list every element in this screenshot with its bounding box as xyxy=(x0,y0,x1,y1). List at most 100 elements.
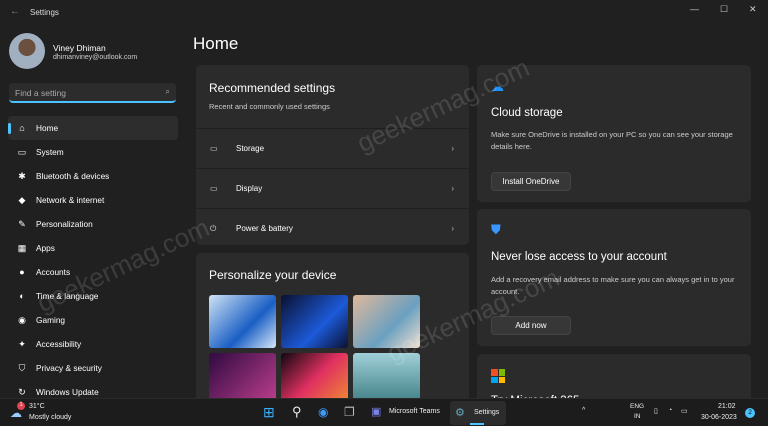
sidebar-item-accounts[interactable]: ● Accounts xyxy=(8,260,178,284)
sidebar-item-label: Network & internet xyxy=(36,195,105,205)
close-button[interactable]: ✕ xyxy=(749,4,757,15)
sidebar-item-label: Personalization xyxy=(36,219,93,229)
start-windows-icon[interactable]: ⊞ xyxy=(263,404,275,421)
settings-taskbar-button[interactable]: ⚙ Settings xyxy=(450,401,506,425)
sidebar-item-label: Apps xyxy=(36,243,55,253)
account-desc: Add a recovery email address to make sur… xyxy=(491,275,735,296)
sidebar-item-personalization[interactable]: ✎ Personalization xyxy=(8,212,178,236)
weather-temp[interactable]: 31°C xyxy=(29,403,45,410)
sidebar-item-label: Accounts xyxy=(36,267,71,277)
profile-email: dhimanviney@outlook.com xyxy=(53,54,138,61)
accessibility-icon: ✦ xyxy=(18,338,26,349)
maximize-button[interactable]: ☐ xyxy=(720,4,728,15)
edge-beta-icon[interactable]: ◉ xyxy=(318,405,328,419)
avatar[interactable] xyxy=(9,33,45,69)
chevron-up-icon[interactable]: ^ xyxy=(582,407,585,414)
active-indicator xyxy=(470,423,484,425)
volume-icon[interactable]: ◔ xyxy=(668,407,672,414)
accounts-icon: ● xyxy=(19,267,25,277)
weather-condition[interactable]: Mostly cloudy xyxy=(29,414,71,421)
sidebar-item-label: Gaming xyxy=(36,315,66,325)
sidebar-item-label: Windows Update xyxy=(36,387,99,397)
sidebar-item-label: Privacy & security xyxy=(36,363,102,373)
clock-time[interactable]: 21:02 xyxy=(718,403,736,410)
personalize-card: Personalize your device xyxy=(196,253,469,406)
personalize-title: Personalize your device xyxy=(209,268,337,282)
sidebar-item-time-language[interactable]: ◐ Time & language xyxy=(8,284,178,308)
task-view-icon[interactable]: ❐ xyxy=(344,405,355,419)
display-icon: ▭ xyxy=(210,184,218,193)
system-icon: ▭ xyxy=(17,146,27,157)
back-arrow-icon[interactable]: ← xyxy=(10,6,20,17)
notification-badge[interactable]: 2 xyxy=(745,408,755,418)
profile[interactable]: Viney Dhiman dhimanviney@outlook.com xyxy=(9,33,137,69)
search-placeholder: Find a setting xyxy=(15,88,67,98)
theme-thumbnail[interactable] xyxy=(353,295,420,348)
sidebar-item-privacy-security[interactable]: ⛉ Privacy & security xyxy=(8,356,178,380)
sidebar-item-bluetooth-devices[interactable]: ✱ Bluetooth & devices xyxy=(8,164,178,188)
sidebar-item-home[interactable]: ⌂ Home xyxy=(8,116,178,140)
search-icon[interactable]: ⌕ xyxy=(166,87,170,97)
recommended-item-storage[interactable]: ▭ Storage › xyxy=(196,128,469,168)
network-internet-icon: ◆ xyxy=(18,194,26,205)
cloud-desc: Make sure OneDrive is installed on your … xyxy=(491,130,733,151)
home-icon: ⌂ xyxy=(19,123,25,133)
shield-check-icon: ⛊ xyxy=(491,222,501,237)
sidebar-nav: ⌂ Home ▭ System ✱ Bluetooth & devices ◆ Network… xyxy=(8,116,178,404)
language-in[interactable]: IN xyxy=(634,413,641,420)
recommended-title: Recommended settings xyxy=(209,81,336,95)
teams-taskbar-label[interactable]: Microsoft Teams xyxy=(389,408,440,415)
sidebar-item-label: Time & language xyxy=(36,291,99,301)
power-icon: ⏻ xyxy=(210,223,217,233)
chevron-right-icon: › xyxy=(451,224,454,233)
cloud-storage-card: ☁ Cloud storage Make sure OneDrive is in… xyxy=(477,65,751,202)
chevron-right-icon: › xyxy=(451,184,454,193)
account-title: Never lose access to your account xyxy=(491,251,667,263)
battery-icon[interactable]: ▭ xyxy=(681,407,688,415)
theme-thumbnail[interactable] xyxy=(281,295,348,348)
network-icon[interactable]: ▯ xyxy=(654,407,658,415)
item-label: Storage xyxy=(236,144,265,153)
account-card: ⛊ Never lose access to your account Add … xyxy=(477,209,751,346)
settings-gear-icon: ⚙ xyxy=(455,407,465,419)
sidebar-item-gaming[interactable]: ◉ Gaming xyxy=(8,308,178,332)
privacy-security-icon: ⛉ xyxy=(18,362,26,373)
recommended-subtitle: Recent and commonly used settings xyxy=(209,102,330,111)
teams-icon[interactable]: ▣ xyxy=(371,405,381,418)
recommended-item-display[interactable]: ▭ Display › xyxy=(196,168,469,208)
apps-icon: ▦ xyxy=(17,242,27,253)
cloud-title: Cloud storage xyxy=(491,107,563,119)
taskbar: ☁ 1 31°C Mostly cloudy ⊞ ⚲ ◉ ❐ ▣ Microso… xyxy=(0,398,768,426)
language-eng[interactable]: ENG xyxy=(630,403,644,410)
theme-thumbnail[interactable] xyxy=(209,295,276,348)
storage-icon: ▭ xyxy=(210,144,218,153)
add-now-button[interactable]: Add now xyxy=(491,316,571,335)
gaming-icon: ◉ xyxy=(18,314,26,325)
recommended-item-power[interactable]: ⏻ Power & battery › xyxy=(196,208,469,248)
title-bar: ← Settings — ☐ ✕ xyxy=(0,0,768,26)
install-onedrive-button[interactable]: Install OneDrive xyxy=(491,172,571,191)
time-language-icon: ◐ xyxy=(19,291,25,301)
personalization-icon: ✎ xyxy=(18,218,26,229)
search-taskbar-icon[interactable]: ⚲ xyxy=(292,404,302,420)
sidebar-item-apps[interactable]: ▦ Apps xyxy=(8,236,178,260)
settings-taskbar-label: Settings xyxy=(474,409,500,416)
item-label: Display xyxy=(236,184,263,193)
minimize-button[interactable]: — xyxy=(690,4,699,14)
sidebar-item-system[interactable]: ▭ System xyxy=(8,140,178,164)
clock-date[interactable]: 30-06-2023 xyxy=(701,414,737,421)
recommended-settings-card: Recommended settings Recent and commonly… xyxy=(196,65,469,245)
onedrive-cloud-icon: ☁ xyxy=(491,79,504,94)
bluetooth-devices-icon: ✱ xyxy=(18,170,26,181)
windows-update-icon: ↻ xyxy=(18,386,26,397)
weather-badge: 1 xyxy=(17,402,25,410)
sidebar-item-network-internet[interactable]: ◆ Network & internet xyxy=(8,188,178,212)
sidebar-item-label: System xyxy=(36,147,64,157)
search-input[interactable]: Find a setting ⌕ xyxy=(9,83,176,103)
sidebar-item-label: Home xyxy=(36,123,59,133)
item-label: Power & battery xyxy=(236,224,293,233)
sidebar-item-label: Bluetooth & devices xyxy=(36,171,110,181)
microsoft-logo-icon xyxy=(491,369,505,383)
page-title: Home xyxy=(193,34,239,53)
sidebar-item-accessibility[interactable]: ✦ Accessibility xyxy=(8,332,178,356)
